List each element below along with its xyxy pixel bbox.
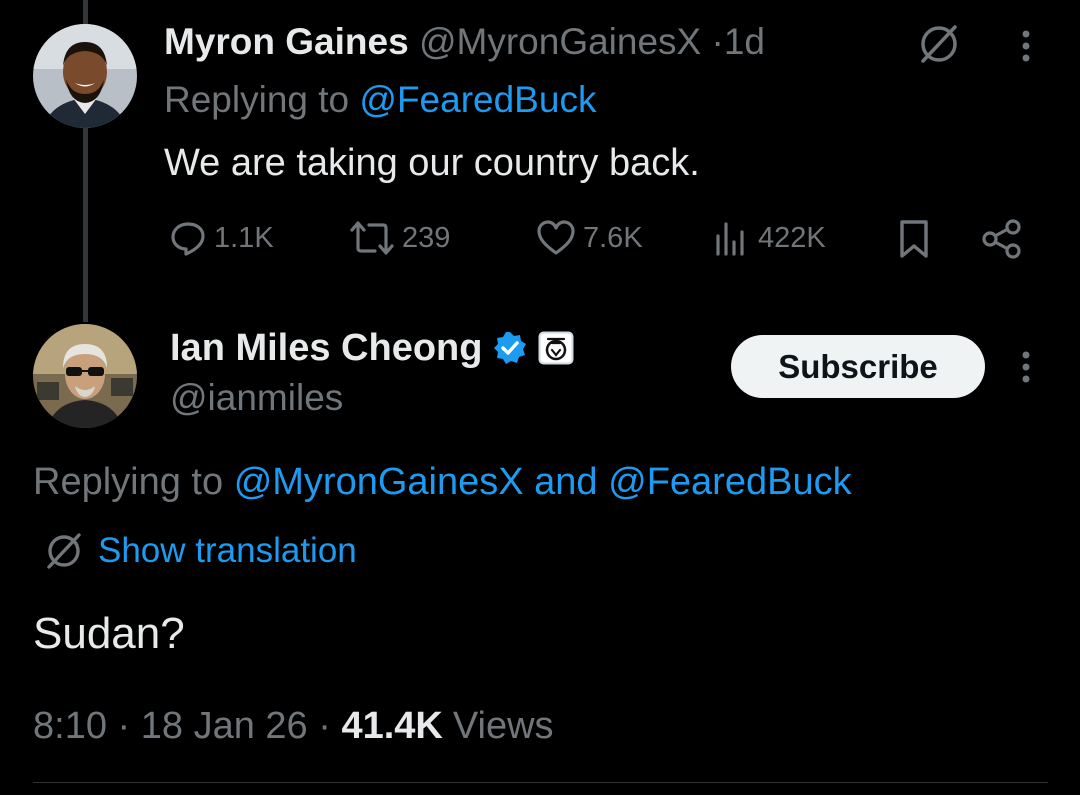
like-icon [537, 220, 575, 255]
main-author-handle[interactable]: @ianmiles [170, 376, 343, 420]
reply-icon [171, 222, 205, 256]
views-action[interactable]: 422K [712, 218, 826, 258]
author-name[interactable]: Ian Miles Cheong [170, 325, 482, 371]
views-count: 422K [758, 221, 826, 254]
repost-count: 239 [402, 221, 451, 254]
replying-to-mention[interactable]: @FearedBuck [359, 79, 596, 120]
time-ago[interactable]: 1d [724, 21, 765, 62]
avatar-ian-miles-cheong[interactable] [33, 324, 137, 428]
more-icon[interactable] [1016, 347, 1036, 392]
tweet-timestamp-line: 8:10 · 18 Jan 26 · 41.4K Views [33, 703, 554, 749]
views-label: Views [452, 705, 554, 747]
tweet-time[interactable]: 8:10 [33, 705, 107, 747]
main-tweet-author: Ian Miles Cheong [170, 325, 574, 371]
verified-badge-icon[interactable] [492, 330, 528, 366]
show-translation-link[interactable]: Show translation [44, 530, 357, 572]
author-name[interactable]: Myron Gaines [164, 21, 409, 62]
author-handle[interactable]: @MyronGainesX [419, 21, 701, 62]
replying-prefix: Replying to [164, 79, 350, 120]
reply-tweet-header: Myron Gaines @MyronGainesX ·1d [164, 20, 765, 64]
dot-separator: · [117, 705, 131, 747]
affiliate-badge-icon[interactable] [538, 331, 574, 365]
reply-action[interactable]: 1.1K [168, 218, 274, 258]
show-translation-label[interactable]: Show translation [98, 530, 357, 572]
replying-to-line: Replying to @FearedBuck [164, 78, 596, 122]
reply-tweet-text: We are taking our country back. [164, 142, 700, 184]
views-count[interactable]: 41.4K [341, 705, 442, 747]
globe-slash-icon[interactable] [917, 24, 961, 69]
replying-and-word: and [534, 461, 598, 503]
dot-separator: · [318, 705, 331, 747]
main-replying-to-line: Replying to @MyronGainesX and @FearedBuc… [33, 459, 852, 505]
tweet-date[interactable]: 18 Jan 26 [141, 705, 308, 747]
avatar-myron-gaines[interactable] [33, 24, 137, 128]
replying-to-mention-2[interactable]: @FearedBuck [608, 461, 851, 503]
repost-action[interactable]: 239 [348, 218, 450, 258]
like-action[interactable]: 7.6K [535, 218, 643, 258]
replying-to-mention-1[interactable]: @MyronGainesX [234, 461, 524, 503]
subscribe-button[interactable]: Subscribe [731, 335, 985, 398]
dot-separator: · [711, 21, 724, 62]
more-icon[interactable] [1016, 26, 1036, 71]
divider [33, 782, 1048, 783]
views-icon [716, 222, 744, 256]
like-count: 7.6K [583, 221, 643, 254]
globe-slash-icon [47, 533, 81, 569]
bookmark-icon[interactable] [894, 218, 934, 265]
reply-count: 1.1K [214, 221, 274, 254]
repost-icon [350, 221, 394, 255]
main-tweet-text: Sudan? [33, 609, 185, 658]
replying-prefix: Replying to [33, 461, 224, 503]
share-icon[interactable] [980, 218, 1024, 265]
